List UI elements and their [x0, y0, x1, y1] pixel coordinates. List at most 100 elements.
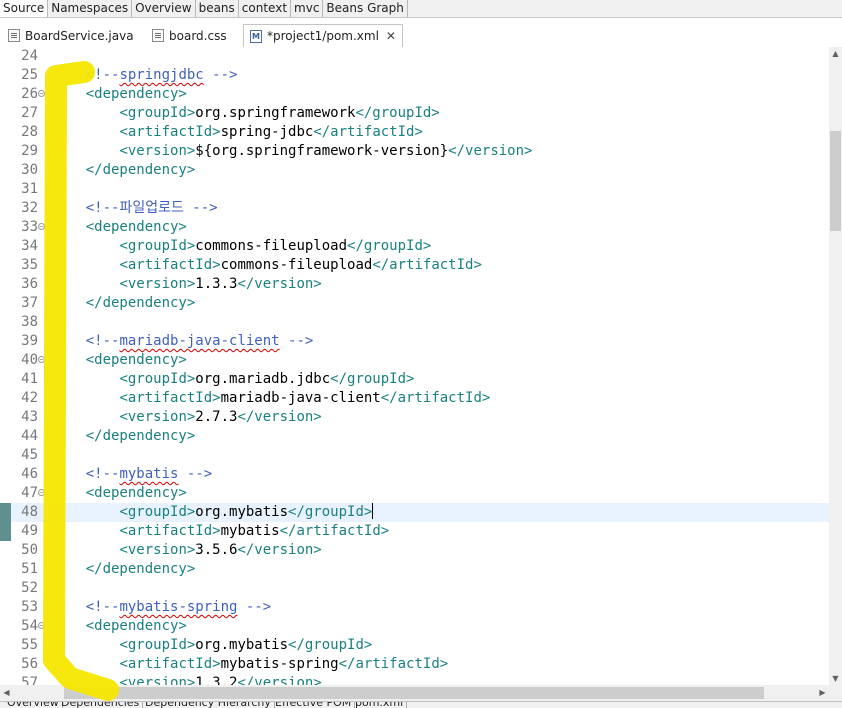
- xml-tag: <artifactId>: [119, 257, 221, 273]
- fold-toggle-icon[interactable]: −: [38, 489, 45, 496]
- fold-toggle-icon[interactable]: −: [38, 223, 45, 230]
- fold-toggle-icon[interactable]: −: [38, 90, 45, 97]
- code-line[interactable]: 49 <artifactId>mybatis</artifactId>: [0, 522, 829, 541]
- code-line[interactable]: 57 <version>1.3.2</version>: [0, 674, 829, 685]
- fold-toggle-icon[interactable]: −: [38, 622, 45, 629]
- code-text: <dependency>: [52, 218, 187, 237]
- code-line[interactable]: 33− <dependency>: [0, 218, 829, 237]
- line-number: 30: [21, 162, 38, 178]
- xml-tag: </dependency>: [85, 295, 196, 311]
- code-line[interactable]: 44 </dependency>: [0, 427, 829, 446]
- code-line[interactable]: 48 <groupId>org.mybatis</groupId>: [0, 503, 829, 522]
- code-line[interactable]: 26− <dependency>: [0, 85, 829, 104]
- file-tab-2[interactable]: M *project1/pom.xml ✕: [243, 24, 403, 47]
- scroll-right-arrow-icon[interactable]: ▶: [816, 685, 829, 701]
- code-line[interactable]: 50 <version>3.5.6</version>: [0, 541, 829, 560]
- line-number: 42: [21, 390, 38, 406]
- element-text: org.mybatis: [195, 504, 289, 520]
- line-number: 46: [21, 466, 38, 482]
- file-tab-0[interactable]: BoardService.java: [8, 24, 134, 47]
- scroll-down-arrow-icon[interactable]: ▼: [829, 672, 842, 685]
- vertical-scroll-thumb[interactable]: [830, 131, 841, 231]
- code-line[interactable]: 29 <version>${org.springframework-versio…: [0, 142, 829, 161]
- line-number: 47: [21, 485, 38, 501]
- code-line[interactable]: 31: [0, 180, 829, 199]
- line-number: 51: [21, 561, 38, 577]
- fold-toggle-icon[interactable]: −: [38, 356, 45, 363]
- xml-tag: </version>: [237, 675, 322, 685]
- code-line[interactable]: 39 <!--mariadb-java-client -->: [0, 332, 829, 351]
- code-line[interactable]: 47− <dependency>: [0, 484, 829, 503]
- code-line[interactable]: 55 <groupId>org.mybatis</groupId>: [0, 636, 829, 655]
- xml-tag: <groupId>: [119, 238, 196, 254]
- code-line[interactable]: 46 <!--mybatis -->: [0, 465, 829, 484]
- line-number: 27: [21, 105, 38, 121]
- horizontal-scrollbar[interactable]: ◀ ▶: [0, 685, 829, 701]
- element-text: [86, 523, 120, 539]
- code-text: <groupId>org.mybatis</groupId>: [52, 636, 372, 655]
- horizontal-scroll-thumb[interactable]: [64, 687, 764, 699]
- code-line[interactable]: 52: [0, 579, 829, 598]
- code-line[interactable]: 24: [0, 47, 829, 66]
- code-line[interactable]: 43 <version>2.7.3</version>: [0, 408, 829, 427]
- top-tab-beans[interactable]: beans: [196, 0, 239, 17]
- code-line[interactable]: 36 <version>1.3.3</version>: [0, 275, 829, 294]
- line-number: 38: [21, 314, 38, 330]
- code-line[interactable]: 54− <dependency>: [0, 617, 829, 636]
- element-text: [86, 504, 120, 520]
- code-line[interactable]: 35 <artifactId>commons-fileupload</artif…: [0, 256, 829, 275]
- code-line[interactable]: 45: [0, 446, 829, 465]
- line-number: 56: [21, 656, 38, 672]
- code-line[interactable]: 51 </dependency>: [0, 560, 829, 579]
- top-tab-context[interactable]: context: [239, 0, 292, 17]
- xml-tag: <dependency>: [85, 352, 187, 368]
- xml-tag: <artifactId>: [119, 390, 221, 406]
- code-line[interactable]: 25 <!--springjdbc -->: [0, 66, 829, 85]
- code-line[interactable]: 34 <groupId>commons-fileupload</groupId>: [0, 237, 829, 256]
- xml-tag: <artifactId>: [119, 523, 221, 539]
- top-tab-mvc[interactable]: mvc: [291, 0, 324, 17]
- code-line[interactable]: 38: [0, 313, 829, 332]
- code-text: <artifactId>mariadb-java-client</artifac…: [52, 389, 490, 408]
- comment-text: -->: [178, 466, 213, 482]
- comment-text: -->: [237, 599, 272, 615]
- code-text: <artifactId>spring-jdbc</artifactId>: [52, 123, 423, 142]
- top-tab-source[interactable]: Source: [0, 0, 49, 17]
- top-tab-namespaces[interactable]: Namespaces: [48, 0, 133, 17]
- code-line[interactable]: 32 <!--파일업로드 -->: [0, 199, 829, 218]
- scrollbar-corner: [829, 685, 842, 701]
- xml-tag: </dependency>: [85, 162, 196, 178]
- comment-text: <!--: [85, 466, 120, 482]
- code-line[interactable]: 28 <artifactId>spring-jdbc</artifactId>: [0, 123, 829, 142]
- xml-tag: <dependency>: [85, 485, 187, 501]
- line-number: 33: [21, 219, 38, 235]
- xml-tag: <version>: [119, 542, 196, 558]
- top-tab-overview[interactable]: Overview: [132, 0, 196, 17]
- xml-tag: </version>: [237, 542, 322, 558]
- code-line[interactable]: 41 <groupId>org.mariadb.jdbc</groupId>: [0, 370, 829, 389]
- code-line[interactable]: 42 <artifactId>mariadb-java-client</arti…: [0, 389, 829, 408]
- text-caret: [372, 503, 374, 519]
- scroll-left-arrow-icon[interactable]: ◀: [0, 685, 13, 701]
- vertical-scrollbar[interactable]: ▲ ▼: [829, 47, 842, 685]
- element-text: 2.7.3: [195, 409, 238, 425]
- code-line[interactable]: 27 <groupId>org.springframework</groupId…: [0, 104, 829, 123]
- xml-source-editor[interactable]: 24 25 <!--springjdbc --> 26− <dependency> 2…: [0, 47, 829, 685]
- element-text: [86, 124, 120, 140]
- top-tab-beans-graph[interactable]: Beans Graph: [323, 0, 408, 17]
- scroll-up-arrow-icon[interactable]: ▲: [829, 47, 842, 60]
- xml-tag: </artifactId>: [313, 124, 423, 140]
- spell-error-text: mariadb-java-client: [119, 333, 280, 349]
- code-line[interactable]: 56 <artifactId>mybatis-spring</artifactI…: [0, 655, 829, 674]
- comment-text: -->: [203, 67, 238, 83]
- xml-tag: <groupId>: [119, 371, 196, 387]
- close-tab-icon[interactable]: ✕: [386, 29, 396, 43]
- code-line[interactable]: 37 </dependency>: [0, 294, 829, 313]
- file-tab-1[interactable]: board.css: [152, 24, 227, 47]
- code-line[interactable]: 40− <dependency>: [0, 351, 829, 370]
- code-line[interactable]: 53 <!--mybatis-spring -->: [0, 598, 829, 617]
- element-text: [86, 542, 120, 558]
- file-tab-label: *project1/pom.xml: [267, 29, 379, 43]
- xml-tag: </version>: [237, 276, 322, 292]
- code-line[interactable]: 30 </dependency>: [0, 161, 829, 180]
